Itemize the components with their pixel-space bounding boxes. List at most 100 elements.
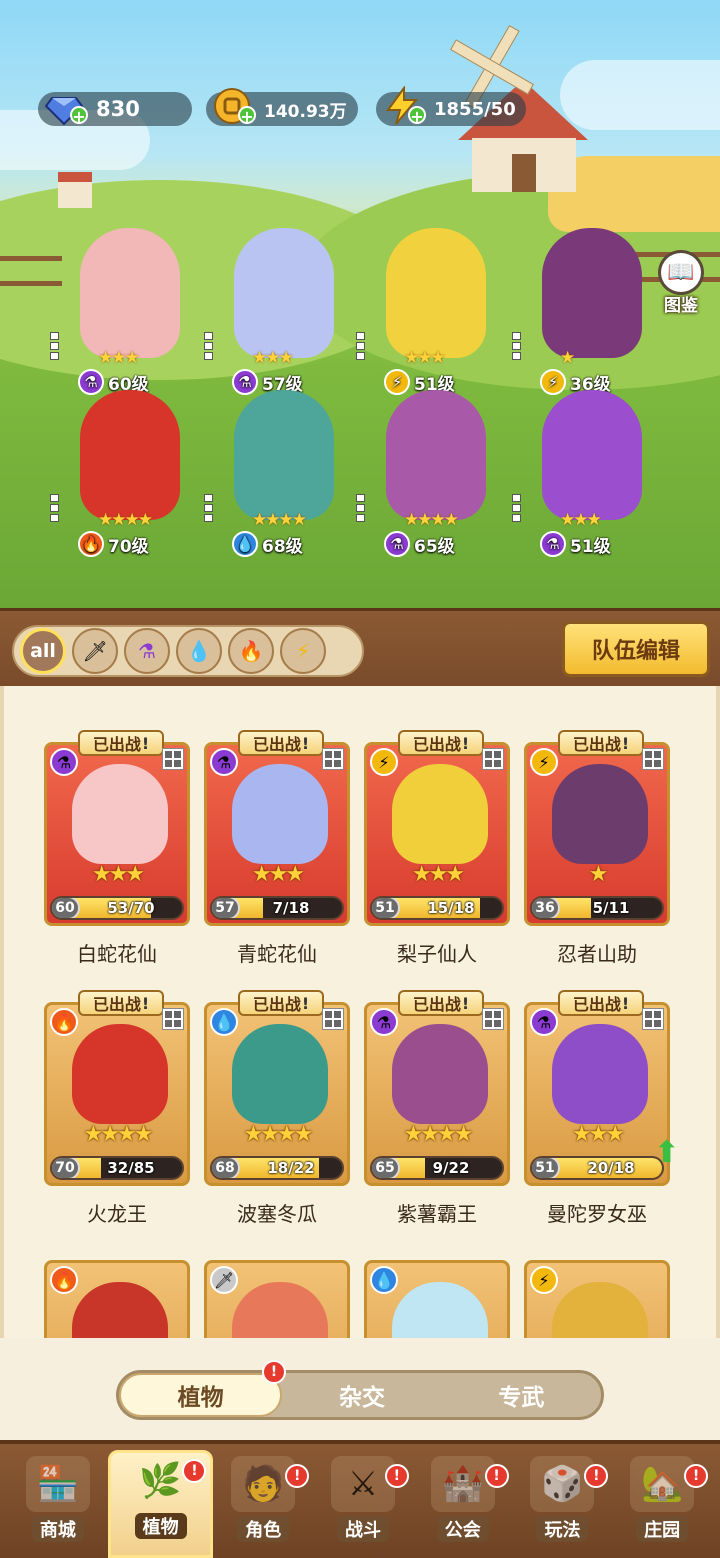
plant-card[interactable]: 已出战! ⚡ ★ 36 5/11 bbox=[524, 730, 670, 926]
filter-sword-icon[interactable]: 🗡 bbox=[72, 628, 118, 674]
field-hero[interactable]: ★★★★ 💧 68级 bbox=[204, 390, 354, 560]
add-energy-icon[interactable]: + bbox=[408, 106, 426, 126]
gems-counter[interactable]: + 830 bbox=[38, 92, 192, 126]
nav-label: 角色 bbox=[237, 1516, 290, 1542]
coins-counter[interactable]: + 140.93万 bbox=[206, 88, 358, 126]
purple-icon: ⚗ bbox=[210, 748, 238, 776]
energy-counter[interactable]: + 1855/50 bbox=[376, 86, 526, 126]
tab-exclusive-weapon[interactable]: 专武 bbox=[442, 1373, 601, 1417]
nav-gameplay[interactable]: 🎲 玩法 ! bbox=[513, 1450, 613, 1558]
plant-portrait bbox=[72, 1024, 168, 1124]
deployed-badge: 已出战! bbox=[398, 730, 484, 756]
nav-manor[interactable]: 🏡 庄园 ! bbox=[612, 1450, 712, 1558]
water-icon: 💧 bbox=[370, 1266, 398, 1294]
lightning-icon: ⚡ bbox=[370, 748, 398, 776]
hero-level-text: 65级 bbox=[414, 536, 455, 557]
field-hero[interactable]: ★★★ ⚗ 60级 bbox=[50, 228, 200, 398]
card-level: 51 bbox=[532, 1158, 560, 1178]
game-screen: + 830 + 140.93万 + 1855/50 📖 图鉴 ★★★ ⚗ 60级 ★★… bbox=[0, 0, 720, 1558]
nav-shop[interactable]: 🏪 商城 bbox=[8, 1450, 108, 1558]
nav-label: 战斗 bbox=[337, 1516, 390, 1542]
shard-progress-bar: 60 53/70 bbox=[50, 896, 184, 920]
alert-badge-icon: ! bbox=[384, 1464, 409, 1488]
card-stars: ★★★ bbox=[571, 1122, 625, 1147]
filter-potion-icon[interactable]: ⚗ bbox=[124, 628, 170, 674]
plant-card[interactable]: 已出战! ⚗ ★★★ 57 7/18 bbox=[204, 730, 350, 926]
formation-icon bbox=[642, 748, 664, 770]
hero-stars: ★★★★ bbox=[252, 510, 307, 530]
deployed-badge: 已出战! bbox=[238, 730, 324, 756]
nav-battle[interactable]: ⚔ 战斗 ! bbox=[313, 1450, 413, 1558]
filter-fire-icon[interactable]: 🔥 bbox=[228, 628, 274, 674]
shard-progress-bar: 70 32/85 bbox=[50, 1156, 184, 1180]
guild-icon: 🏰 bbox=[430, 1456, 495, 1512]
hero-level-text: 51级 bbox=[570, 536, 611, 557]
nav-label: 玩法 bbox=[536, 1516, 589, 1542]
field-hero[interactable]: ★★★ ⚗ 51级 bbox=[512, 390, 662, 560]
hero-stars: ★★★ bbox=[404, 348, 446, 368]
purple-icon: ⚗ bbox=[530, 1008, 558, 1036]
plant-card[interactable]: ⚡ bbox=[524, 1248, 670, 1338]
field-hero[interactable]: ★★★ ⚗ 57级 bbox=[204, 228, 354, 398]
energy-value: 1855/50 bbox=[434, 98, 516, 120]
formation-icon bbox=[162, 748, 184, 770]
card-level: 36 bbox=[532, 898, 560, 918]
plants-icon: 🌿 bbox=[139, 1461, 182, 1501]
nav-guild[interactable]: 🏰 公会 ! bbox=[413, 1450, 513, 1558]
exclaim-icon: ! bbox=[301, 993, 310, 1013]
plant-card[interactable]: 已出战! ⚗ ★★★ 60 53/70 bbox=[44, 730, 190, 926]
deployed-label: 已出战 bbox=[92, 995, 141, 1014]
character-icon: 🧑 bbox=[231, 1456, 296, 1512]
fire-icon: 🔥 bbox=[78, 531, 104, 557]
plant-card[interactable]: 🗡 bbox=[204, 1248, 350, 1338]
formation-icon bbox=[356, 332, 368, 360]
nav-label: 植物 bbox=[134, 1513, 187, 1539]
sub-tabs: 植物 杂交 专武 bbox=[116, 1370, 604, 1420]
hero-stars: ★★★ bbox=[98, 348, 140, 368]
plant-card[interactable]: 💧 bbox=[364, 1248, 510, 1338]
plant-card[interactable]: 已出战! 🔥 ★★★★ 70 32/85 bbox=[44, 990, 190, 1186]
filter-lightning-icon[interactable]: ⚡ bbox=[280, 628, 326, 674]
hero-stars: ★★★ bbox=[560, 510, 602, 530]
plant-name: 梨子仙人 bbox=[397, 942, 477, 966]
tab-hybrid[interactable]: 杂交 bbox=[282, 1373, 441, 1417]
plant-card[interactable]: 🔥 bbox=[44, 1248, 190, 1338]
field-hero[interactable]: ★ ⚡ 36级 bbox=[512, 228, 662, 398]
plant-card[interactable]: 已出战! ⚡ ★★★ 51 15/18 bbox=[364, 730, 510, 926]
hero-stars: ★★★★ bbox=[404, 510, 459, 530]
element-filters: all 🗡 ⚗ 💧 🔥 ⚡ bbox=[12, 625, 364, 677]
formation-icon bbox=[482, 748, 504, 770]
sword-icon: 🗡 bbox=[210, 1266, 238, 1294]
team-edit-button[interactable]: 队伍编辑 bbox=[562, 621, 710, 677]
field-hero[interactable]: ★★★★ 🔥 70级 bbox=[50, 390, 200, 560]
card-level: 51 bbox=[372, 898, 400, 918]
tab-plants[interactable]: 植物 bbox=[119, 1373, 283, 1417]
deployed-label: 已出战 bbox=[412, 735, 461, 754]
nav-label: 公会 bbox=[436, 1516, 489, 1542]
add-gems-icon[interactable]: + bbox=[70, 106, 88, 126]
shard-progress-bar: 51 15/18 bbox=[370, 896, 504, 920]
filter-water-icon[interactable]: 💧 bbox=[176, 628, 222, 674]
formation-icon bbox=[322, 748, 344, 770]
nav-plants[interactable]: 🌿 植物 ! bbox=[107, 1450, 214, 1558]
shard-progress-bar: 51 20/18 bbox=[530, 1156, 664, 1180]
formation-icon bbox=[512, 494, 524, 522]
plant-card[interactable]: 已出战! ⚗ ★★★ 51 20/18 ⬆ bbox=[524, 990, 679, 1186]
exclaim-icon: ! bbox=[301, 733, 310, 753]
fire-icon: 🔥 bbox=[50, 1266, 78, 1294]
hero-sprite bbox=[80, 228, 180, 358]
plant-name: 紫薯霸王 bbox=[397, 1202, 477, 1226]
nav-characters[interactable]: 🧑 角色 ! bbox=[213, 1450, 313, 1558]
add-coins-icon[interactable]: + bbox=[238, 106, 256, 126]
field-hero[interactable]: ★★★★ ⚗ 65级 bbox=[356, 390, 506, 560]
plant-card[interactable]: 已出战! 💧 ★★★★ 68 18/22 bbox=[204, 990, 350, 1186]
filter-all[interactable]: all bbox=[20, 628, 66, 674]
gameplay-icon: 🎲 bbox=[530, 1456, 595, 1512]
plant-portrait bbox=[232, 1024, 328, 1124]
field-hero[interactable]: ★★★ ⚡ 51级 bbox=[356, 228, 506, 398]
plant-card[interactable]: 已出战! ⚗ ★★★★ 65 9/22 bbox=[364, 990, 510, 1186]
hero-sprite bbox=[234, 228, 334, 358]
purple-icon: ⚗ bbox=[50, 748, 78, 776]
card-stars: ★★★ bbox=[91, 862, 145, 887]
alert-badge-icon: ! bbox=[285, 1464, 310, 1488]
